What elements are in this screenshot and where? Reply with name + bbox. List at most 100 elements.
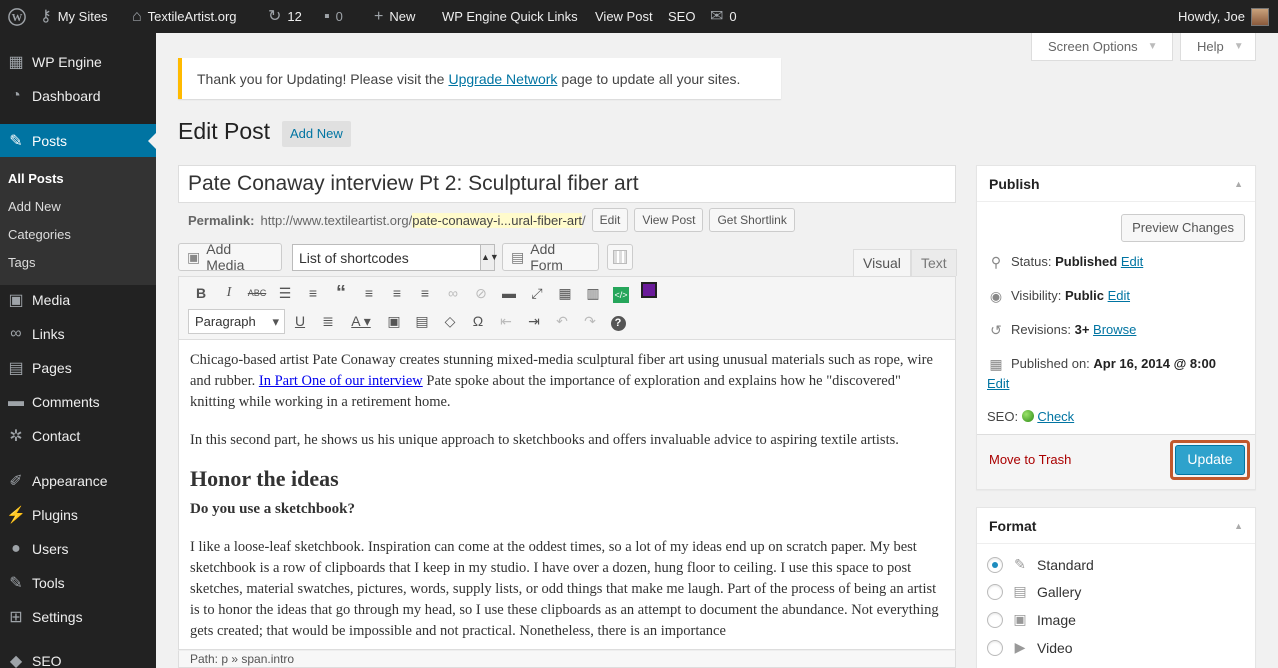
browse-revisions-link[interactable]: Browse <box>1093 322 1136 337</box>
updates-menu[interactable]: ↻ 12 <box>268 0 302 33</box>
update-button[interactable]: Update <box>1170 440 1250 480</box>
wp-engine-quick-links[interactable]: WP Engine Quick Links <box>442 0 578 33</box>
bullet-list-icon[interactable]: ☰ <box>274 282 296 304</box>
permalink-slug[interactable]: pate-conaway-i...ural-fiber-art <box>412 212 583 228</box>
view-post-link[interactable]: View Post <box>595 0 653 33</box>
radio-image[interactable] <box>987 611 1003 628</box>
tab-visual[interactable]: Visual <box>853 249 911 276</box>
comments-menu[interactable]: ▪ 0 <box>324 0 343 33</box>
add-form-button[interactable]: ▤ Add Form <box>502 241 599 273</box>
insert-link-icon[interactable]: ∞ <box>442 282 464 304</box>
format-option-image[interactable]: ▣ Image <box>987 611 1076 628</box>
submenu-add-new[interactable]: Add New <box>0 193 156 221</box>
sidebar-item-contact[interactable]: ✲ Contact <box>0 419 156 453</box>
upgrade-network-link[interactable]: Upgrade Network <box>448 71 557 87</box>
clear-format-icon[interactable]: ◇ <box>439 310 461 332</box>
sidebar-item-pages[interactable]: ▤ Pages <box>0 351 156 385</box>
align-left-icon[interactable]: ≡ <box>358 282 380 304</box>
sidebar-item-label: Posts <box>32 133 68 149</box>
format-option-gallery[interactable]: ▤ Gallery <box>987 583 1081 600</box>
admin-bar: W ⚷ My Sites ⌂ TextileArtist.org ↻ 12 ▪ … <box>0 0 1278 33</box>
sidebar-item-seo[interactable]: ◆ SEO <box>0 644 156 668</box>
calculator-icon[interactable] <box>607 244 633 270</box>
paste-word-icon[interactable]: ▤ <box>411 310 433 332</box>
align-right-icon[interactable]: ≡ <box>414 282 436 304</box>
sidebar-item-wp-engine[interactable]: ▦ WP Engine <box>0 45 156 79</box>
indent-icon[interactable]: ⇥ <box>523 310 545 332</box>
redo-icon[interactable]: ↷ <box>579 310 601 332</box>
preview-changes-button[interactable]: Preview Changes <box>1121 214 1245 242</box>
edit-status-link[interactable]: Edit <box>1121 254 1143 269</box>
radio-video[interactable] <box>987 639 1003 656</box>
view-post-button[interactable]: View Post <box>634 208 704 232</box>
site-name-menu[interactable]: ⌂ TextileArtist.org <box>132 0 237 33</box>
text-color-icon[interactable]: A ▾ <box>345 310 377 332</box>
my-sites-menu[interactable]: ⚷ My Sites <box>40 0 108 33</box>
strikethrough-icon[interactable]: ABC <box>246 282 268 304</box>
seo-menu[interactable]: SEO <box>668 0 695 33</box>
move-to-trash-link[interactable]: Move to Trash <box>989 452 1071 467</box>
format-option-standard[interactable]: ✎ Standard <box>987 556 1094 573</box>
italic-icon[interactable]: I <box>218 282 240 304</box>
edit-visibility-link[interactable]: Edit <box>1108 288 1130 303</box>
editor-content[interactable]: Chicago-based artist Pate Conaway create… <box>178 340 956 650</box>
collapse-icon[interactable]: ▲ <box>1234 179 1243 189</box>
history-icon: ↺ <box>990 322 1002 338</box>
wordpress-logo-icon[interactable]: W <box>8 0 26 33</box>
submenu-categories[interactable]: Categories <box>0 221 156 249</box>
sidebar-item-users[interactable]: ● Users <box>0 532 156 566</box>
submenu-tags[interactable]: Tags <box>0 249 156 277</box>
format-select[interactable]: Paragraph <box>188 309 285 334</box>
undo-icon[interactable]: ↶ <box>551 310 573 332</box>
format-option-video[interactable]: ▶ Video <box>987 639 1073 656</box>
shortcodes-select[interactable]: List of shortcodes ▲▼ <box>292 244 499 271</box>
sidebar-item-tools[interactable]: ✎ Tools <box>0 566 156 600</box>
edit-date-link[interactable]: Edit <box>987 376 1009 391</box>
sidebar-item-media[interactable]: ▣ Media <box>0 283 156 317</box>
help-icon[interactable]: ? <box>607 310 629 332</box>
get-shortlink-button[interactable]: Get Shortlink <box>709 208 795 232</box>
grid-icon[interactable] <box>638 282 660 304</box>
sidebar-item-appearance[interactable]: ✐ Appearance <box>0 464 156 498</box>
blockquote-icon[interactable]: “ <box>330 282 352 304</box>
submenu-all-posts[interactable]: All Posts <box>0 165 156 193</box>
help-button[interactable]: Help ▼ <box>1180 33 1256 61</box>
sidebar-item-comments[interactable]: ▬ Comments <box>0 385 156 419</box>
unlink-icon[interactable]: ⊘ <box>470 282 492 304</box>
publish-box-header[interactable]: Publish ▲ <box>977 166 1255 202</box>
special-char-icon[interactable]: Ω <box>467 310 489 332</box>
sidebar-item-links[interactable]: ∞ Links <box>0 317 156 351</box>
add-media-button[interactable]: ▣ Add Media <box>178 241 282 273</box>
sidebar-item-settings[interactable]: ⊞ Settings <box>0 600 156 634</box>
paste-text-icon[interactable]: ▣ <box>383 310 405 332</box>
account-menu[interactable]: Howdy, Joe <box>1178 0 1269 33</box>
toolbar-toggle-icon[interactable]: ▦ <box>554 282 576 304</box>
sidebar-item-posts[interactable]: ✎ Posts <box>0 124 156 158</box>
edit-permalink-button[interactable]: Edit <box>591 208 629 232</box>
code-icon[interactable]: </> <box>610 282 632 304</box>
outdent-icon[interactable]: ⇤ <box>495 310 517 332</box>
add-new-button[interactable]: Add New <box>282 121 351 147</box>
numbered-list-icon[interactable]: ≡ <box>302 282 324 304</box>
collapse-icon[interactable]: ▲ <box>1234 521 1243 531</box>
format-box-header[interactable]: Format ▲ <box>977 508 1255 544</box>
sidebar-item-plugins[interactable]: ⚡ Plugins <box>0 498 156 532</box>
seo-check-link[interactable]: Check <box>1037 409 1074 424</box>
radio-standard[interactable] <box>987 556 1003 573</box>
new-content-menu[interactable]: + New <box>374 0 415 33</box>
sidebar-item-dashboard[interactable]: ◔ Dashboard <box>0 79 156 113</box>
justify-icon[interactable]: ≣ <box>317 310 339 332</box>
fullscreen-icon[interactable]: ⤢ <box>526 282 548 304</box>
underline-icon[interactable]: U <box>289 310 311 332</box>
bold-icon[interactable]: B <box>190 282 212 304</box>
read-more-icon[interactable]: ▬ <box>498 282 520 304</box>
columns-icon[interactable]: ▥ <box>582 282 604 304</box>
screen-options-button[interactable]: Screen Options ▼ <box>1031 33 1173 61</box>
radio-gallery[interactable] <box>987 583 1003 600</box>
post-title-input[interactable] <box>178 165 956 203</box>
messages-menu[interactable]: ✉ 0 <box>710 0 737 33</box>
part-one-link[interactable]: In Part One of our interview <box>259 373 423 389</box>
tab-text[interactable]: Text <box>911 249 957 276</box>
sidebar-item-label: Users <box>32 541 69 557</box>
align-center-icon[interactable]: ≡ <box>386 282 408 304</box>
